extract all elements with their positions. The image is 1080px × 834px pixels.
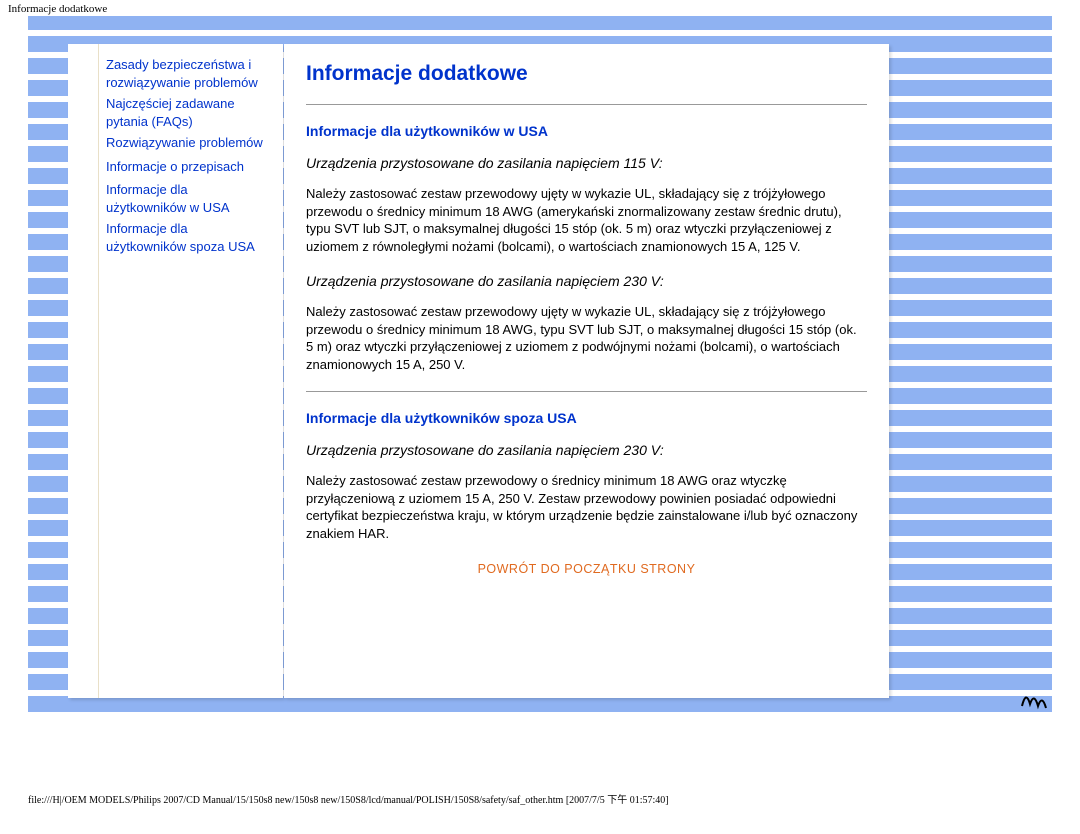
section-heading-non-usa: Informacje dla użytkowników spoza USA xyxy=(306,410,867,426)
paragraph-115v: Należy zastosować zestaw przewodowy ujęt… xyxy=(306,185,867,255)
decoration-icon xyxy=(1020,686,1050,714)
sidebar-link-non-usa-users[interactable]: Informacje dla użytkowników spoza USA xyxy=(106,221,255,254)
paragraph-230v-usa: Należy zastosować zestaw przewodowy ujęt… xyxy=(306,303,867,373)
subheading-230v-non-usa: Urządzenia przystosowane do zasilania na… xyxy=(306,442,867,458)
sidebar-link-usa-users[interactable]: Informacje dla użytkowników w USA xyxy=(106,182,230,215)
content-panel: Informacje dodatkowe Informacje dla użyt… xyxy=(284,44,889,698)
divider xyxy=(306,104,867,105)
sidebar-link-regulations[interactable]: Informacje o przepisach xyxy=(106,159,244,174)
paragraph-230v-non-usa: Należy zastosować zestaw przewodowy o śr… xyxy=(306,472,867,542)
back-to-top-link[interactable]: POWRÓT DO POCZĄTKU STRONY xyxy=(478,562,696,576)
sidebar-link-troubleshooting[interactable]: Rozwiązywanie problemów xyxy=(106,135,263,150)
page-label: Informacje dodatkowe xyxy=(8,3,107,15)
sidebar-link-faqs[interactable]: Najczęściej zadawane pytania (FAQs) xyxy=(106,96,235,129)
background-panel: Zasady bezpieczeństwa i rozwiązywanie pr… xyxy=(28,16,1052,712)
page-title: Informacje dodatkowe xyxy=(306,62,867,86)
subheading-115v: Urządzenia przystosowane do zasilania na… xyxy=(306,155,867,171)
section-heading-usa: Informacje dla użytkowników w USA xyxy=(306,123,867,139)
footer-file-path: file:///H|/OEM MODELS/Philips 2007/CD Ma… xyxy=(28,791,669,806)
sidebar-links: Zasady bezpieczeństwa i rozwiązywanie pr… xyxy=(106,56,271,259)
divider xyxy=(306,391,867,392)
sidebar-link-safety[interactable]: Zasady bezpieczeństwa i rozwiązywanie pr… xyxy=(106,57,258,90)
subheading-230v-usa: Urządzenia przystosowane do zasilania na… xyxy=(306,273,867,289)
sidebar: Zasady bezpieczeństwa i rozwiązywanie pr… xyxy=(68,44,283,698)
